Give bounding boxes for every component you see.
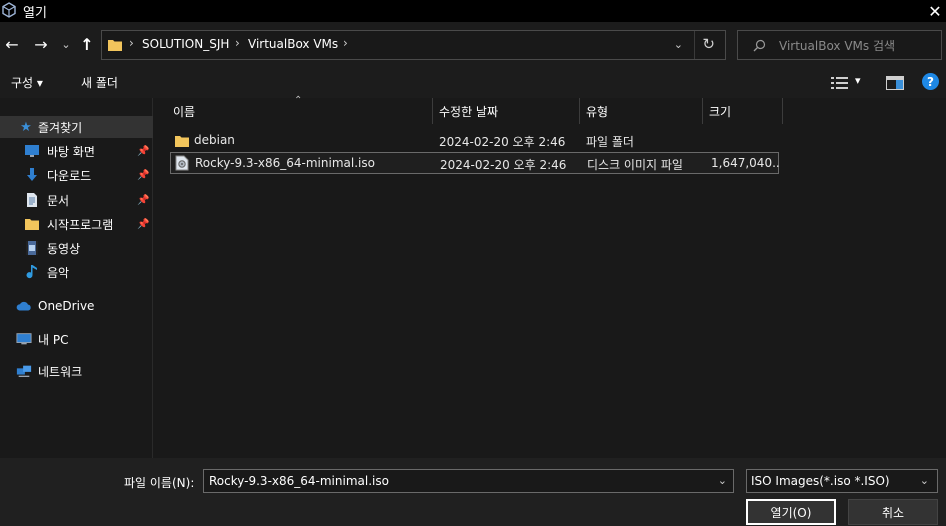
- filename-value: Rocky-9.3-x86_64-minimal.iso: [209, 474, 389, 488]
- forward-button[interactable]: →: [32, 35, 50, 54]
- file-date: 2024-02-20 오후 2:46: [440, 158, 567, 172]
- filename-label: 파일 이름(N):: [124, 476, 195, 490]
- filetype-select[interactable]: ISO Images(*.iso *.ISO) ⌄: [746, 469, 938, 493]
- sidebar-item-videos[interactable]: 동영상: [0, 237, 153, 259]
- sidebar-item-network[interactable]: 네트워크: [0, 360, 153, 382]
- file-type: 파일 폴더: [586, 135, 634, 149]
- column-header-name[interactable]: 이름: [173, 98, 195, 124]
- filename-input[interactable]: Rocky-9.3-x86_64-minimal.iso ⌄: [203, 469, 734, 493]
- download-icon: [27, 168, 37, 181]
- sidebar-item-documents[interactable]: 문서 📌: [0, 189, 153, 211]
- column-divider[interactable]: [579, 98, 580, 124]
- window-title: 열기: [23, 6, 47, 21]
- file-list: ⌃ 이름 수정한 날짜 유형 크기 debian 2024-02-20 오후 2…: [154, 95, 946, 458]
- computer-icon: [16, 333, 32, 345]
- search-icon: [753, 39, 766, 52]
- folder-icon: [108, 40, 122, 51]
- up-button[interactable]: ↑: [78, 35, 96, 54]
- cloud-icon: [16, 301, 31, 311]
- help-button[interactable]: ?: [922, 73, 939, 90]
- recent-locations-button[interactable]: ⌄: [57, 35, 75, 53]
- chevron-down-icon[interactable]: ⌄: [674, 38, 683, 51]
- column-divider[interactable]: [432, 98, 433, 124]
- search-input[interactable]: VirtualBox VMs 검색: [737, 30, 942, 60]
- sidebar-item-label: 다운로드: [47, 168, 92, 183]
- breadcrumb-separator: ›: [235, 36, 240, 50]
- view-options-icon[interactable]: [831, 76, 849, 90]
- open-button[interactable]: 열기(O): [746, 499, 836, 525]
- breadcrumb-virtualbox-vms[interactable]: VirtualBox VMs: [248, 37, 338, 51]
- sidebar-item-label: 즐겨찾기: [38, 120, 83, 135]
- column-header-type[interactable]: 유형: [586, 98, 608, 124]
- pin-icon: 📌: [137, 145, 150, 157]
- sidebar-item-label: OneDrive: [38, 299, 95, 313]
- cancel-button[interactable]: 취소: [848, 499, 938, 525]
- file-row[interactable]: Rocky-9.3-x86_64-minimal.iso 2024-02-20 …: [170, 152, 779, 174]
- search-placeholder: VirtualBox VMs 검색: [779, 39, 896, 53]
- music-icon: [26, 265, 37, 279]
- column-divider[interactable]: [782, 98, 783, 124]
- sidebar-item-downloads[interactable]: 다운로드 📌: [0, 164, 153, 186]
- sidebar-item-label: 네트워크: [38, 364, 83, 379]
- chevron-down-icon[interactable]: ⌄: [718, 474, 727, 487]
- sidebar-item-onedrive[interactable]: OneDrive: [0, 295, 153, 317]
- pin-icon: 📌: [137, 194, 150, 206]
- close-button[interactable]: ✕: [924, 0, 946, 22]
- file-date: 2024-02-20 오후 2:46: [439, 135, 566, 149]
- breadcrumb-separator: ›: [343, 36, 348, 50]
- filetype-value: ISO Images(*.iso *.ISO): [751, 474, 890, 488]
- chevron-down-icon[interactable]: ⌄: [920, 474, 929, 487]
- refresh-button[interactable]: ↻: [702, 35, 715, 53]
- disc-image-icon: [175, 155, 189, 171]
- folder-icon: [175, 136, 189, 147]
- footer-panel: 파일 이름(N): Rocky-9.3-x86_64-minimal.iso ⌄…: [0, 458, 946, 526]
- file-row[interactable]: debian 2024-02-20 오후 2:46 파일 폴더: [170, 130, 779, 152]
- file-name: Rocky-9.3-x86_64-minimal.iso: [195, 156, 375, 170]
- sidebar-item-startup[interactable]: 시작프로그램 📌: [0, 213, 153, 235]
- pin-icon: 📌: [137, 169, 150, 181]
- breadcrumb-separator: ›: [129, 36, 134, 50]
- network-icon: [16, 365, 32, 377]
- sidebar-item-label: 음악: [47, 265, 70, 280]
- file-type: 디스크 이미지 파일: [587, 158, 683, 172]
- new-folder-button[interactable]: 새 폴더: [81, 74, 118, 91]
- pin-icon: 📌: [137, 218, 150, 230]
- sidebar-item-label: 시작프로그램: [47, 217, 114, 232]
- file-name: debian: [194, 133, 235, 147]
- preview-pane-icon[interactable]: [886, 76, 904, 90]
- sidebar-item-label: 바탕 화면: [47, 144, 95, 159]
- divider: [694, 31, 695, 59]
- sidebar-item-label: 동영상: [47, 241, 81, 256]
- sort-ascending-icon: ⌃: [294, 95, 303, 106]
- sidebar-item-label: 문서: [47, 193, 70, 208]
- breadcrumb-solution-sjh[interactable]: SOLUTION_SJH: [142, 37, 229, 51]
- folder-icon: [25, 219, 39, 230]
- toolbar: 구성 ▾ 새 폴더 ▾ ?: [0, 68, 946, 98]
- sidebar-item-favorites[interactable]: ★ 즐겨찾기: [0, 116, 153, 138]
- column-header-date[interactable]: 수정한 날짜: [439, 98, 498, 124]
- virtualbox-icon: [2, 2, 16, 18]
- column-divider[interactable]: [702, 98, 703, 124]
- video-icon: [26, 241, 38, 255]
- back-button[interactable]: ←: [3, 35, 21, 54]
- column-header-size[interactable]: 크기: [709, 98, 731, 124]
- file-size: 1,647,040...: [711, 156, 779, 170]
- sidebar-item-music[interactable]: 음악: [0, 261, 153, 283]
- organize-button[interactable]: 구성 ▾: [11, 74, 43, 91]
- view-dropdown-button[interactable]: ▾: [855, 74, 861, 87]
- address-bar[interactable]: › SOLUTION_SJH › VirtualBox VMs › ⌄ ↻: [101, 30, 726, 60]
- star-icon: ★: [20, 119, 32, 135]
- sidebar-item-desktop[interactable]: 바탕 화면 📌: [0, 140, 153, 162]
- sidebar-item-label: 내 PC: [38, 332, 69, 347]
- navigation-pane: ★ 즐겨찾기 바탕 화면 📌 다운로드 📌 문서 📌 시작프로그램 📌 동영상 …: [0, 98, 153, 458]
- document-icon: [27, 193, 37, 207]
- title-bar: 열기 ✕: [0, 0, 946, 22]
- desktop-icon: [25, 145, 39, 157]
- sidebar-item-this-pc[interactable]: 내 PC: [0, 328, 153, 350]
